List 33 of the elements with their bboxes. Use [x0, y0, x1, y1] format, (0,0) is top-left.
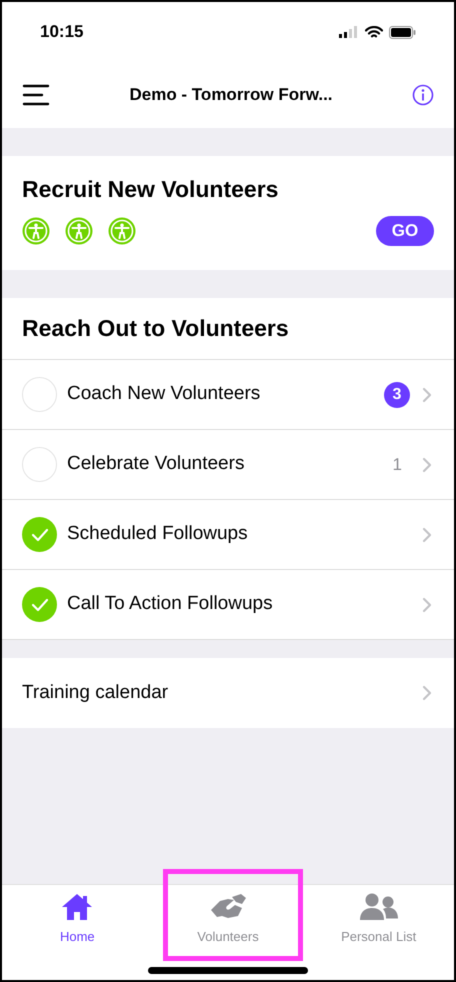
row-label: Coach New Volunteers	[67, 382, 262, 406]
list-row[interactable]: Scheduled Followups	[2, 500, 454, 570]
chevron-icon	[422, 456, 432, 472]
chevron-icon	[422, 685, 432, 701]
section-title: Recruit New Volunteers	[22, 175, 280, 204]
wifi-icon	[365, 26, 383, 38]
count-badge: 3	[384, 382, 410, 408]
row-count: 1	[392, 454, 402, 476]
row-label: Celebrate Volunteers	[67, 452, 246, 476]
row-label: Call To Action Followups	[67, 592, 274, 616]
screen-title: Demo - Tomorrow Forw...	[129, 84, 333, 106]
menu-button[interactable]	[22, 83, 50, 107]
row-label: Scheduled Followups	[67, 522, 249, 546]
people-icon	[358, 891, 399, 923]
battery-icon	[389, 26, 416, 38]
accessibility-person-icon	[108, 217, 136, 245]
info-button[interactable]	[412, 84, 434, 106]
go-button[interactable]: GO	[376, 216, 434, 246]
accessibility-person-icon	[65, 217, 93, 245]
signal-icon	[339, 26, 359, 38]
status-time: 10:15	[40, 21, 84, 44]
list-row[interactable]: Call To Action Followups	[2, 570, 454, 640]
chevron-icon	[422, 526, 432, 542]
chevron-icon	[422, 596, 432, 612]
tab[interactable]: Home	[60, 885, 95, 957]
accessibility-person-icon	[22, 217, 50, 245]
list-row[interactable]: Celebrate Volunteers 1	[2, 430, 454, 500]
home-icon	[60, 891, 94, 923]
chevron-icon	[422, 386, 432, 402]
list-row[interactable]: Coach New Volunteers 3	[2, 360, 454, 430]
row-label: Training calendar	[22, 680, 170, 705]
list-row[interactable]: Training calendar	[2, 658, 454, 728]
section-title: Reach Out to Volunteers	[22, 314, 289, 344]
